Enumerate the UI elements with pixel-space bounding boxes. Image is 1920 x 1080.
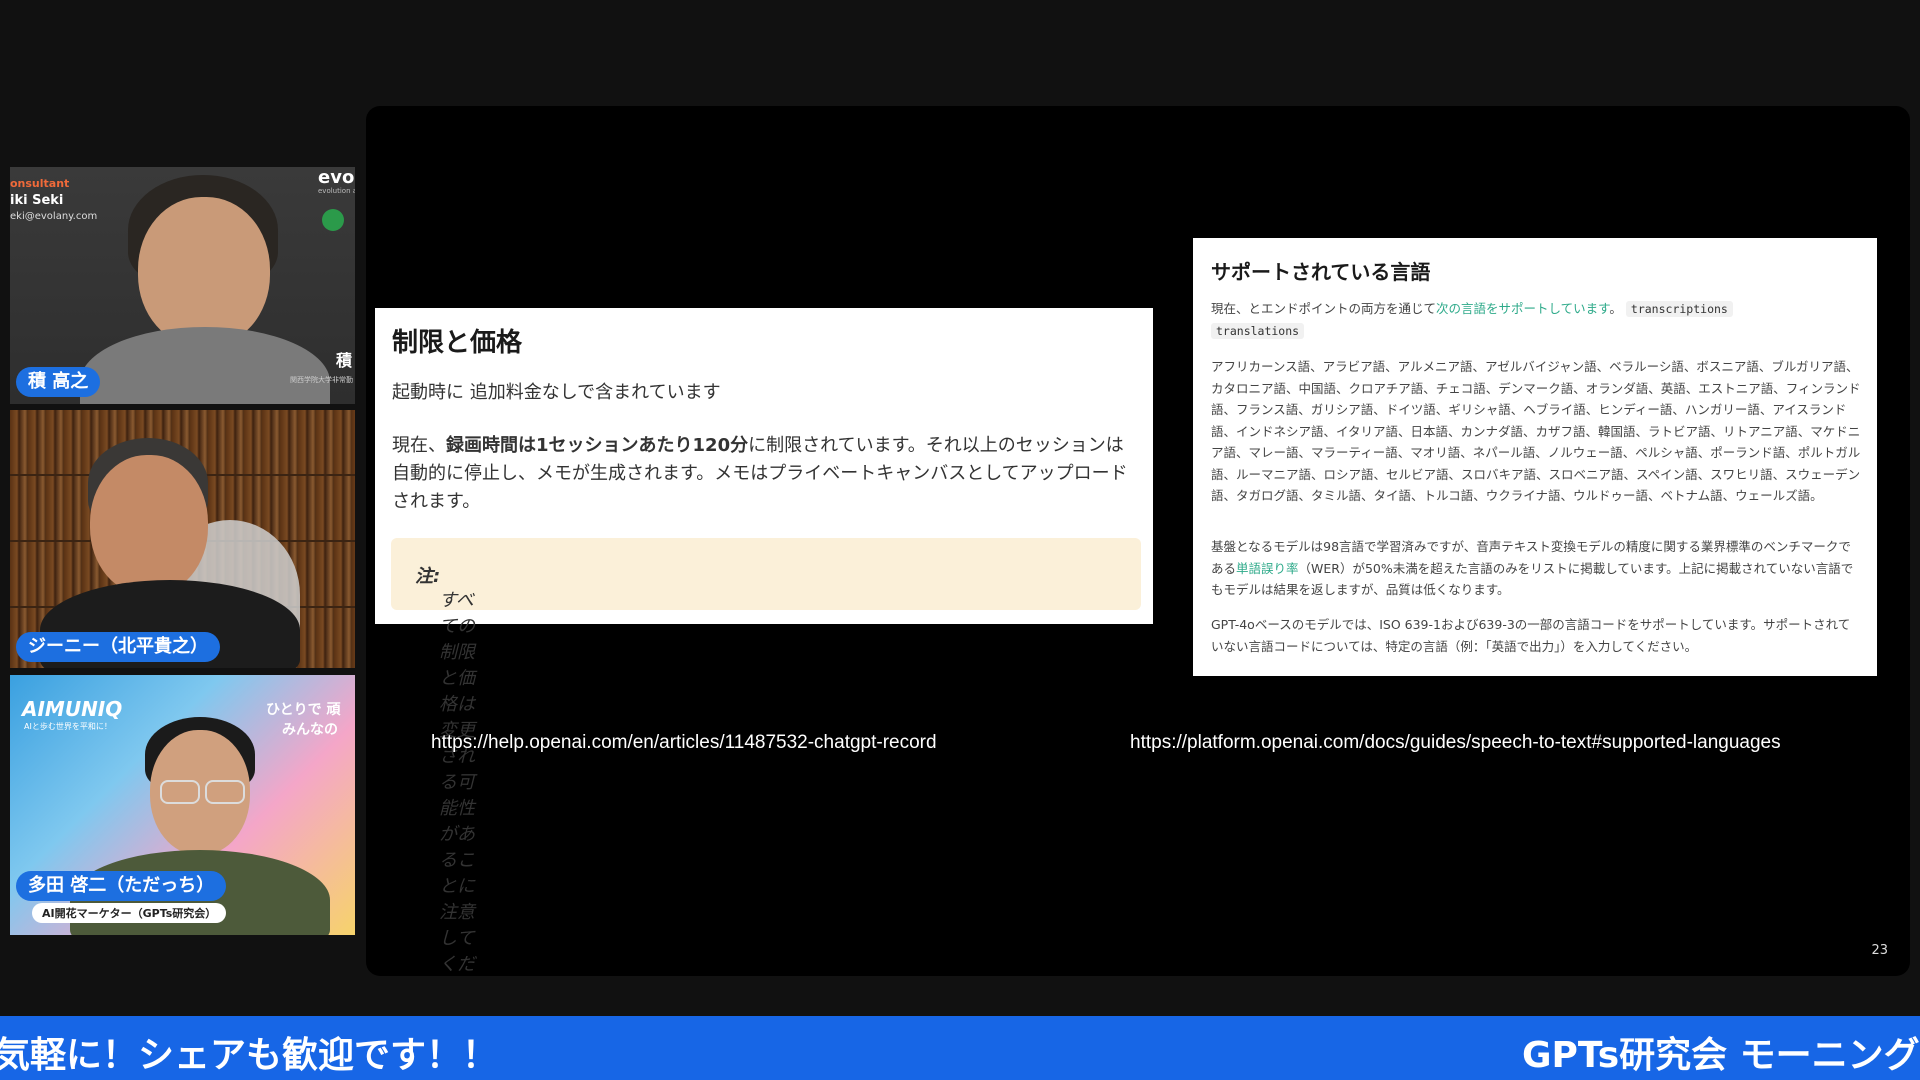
url-speech-to-text: https://platform.openai.com/docs/guides/…	[1130, 732, 1781, 753]
code-transcriptions: transcriptions	[1625, 301, 1733, 317]
bg-logo-sub: AIと歩む世界を平和に！	[24, 722, 112, 731]
brand-logo: evo	[318, 167, 355, 188]
check-badge-icon	[322, 209, 344, 231]
ticker-text-right: GPTs研究会 モーニング	[1522, 1035, 1920, 1076]
slide-page-number: 23	[1871, 943, 1888, 958]
side-char: 積	[336, 351, 353, 370]
limits-pricing-card: 制限と価格 起動時に 追加料金なしで含まれています 現在、録画時間は1セッション…	[375, 308, 1153, 975]
overlay-email: eki@evolany.com	[10, 211, 98, 222]
person-face	[90, 455, 208, 595]
note-callout: 注: すべての制限と価格は変更される可能性があることに注意してください。	[391, 538, 1141, 975]
url-chatgpt-record: https://help.openai.com/en/articles/1148…	[431, 732, 937, 753]
ticker-banner: 気軽に！シェアも歓迎です！！ GPTs研究会 モーニング	[0, 1016, 1920, 1080]
language-list: アフリカーンス語、アラビア語、アルメニア語、アゼルバイジャン語、ベラルーシ語、ボ…	[1211, 359, 1861, 503]
glasses	[160, 780, 200, 804]
ticker-text-left: 気軽に！シェアも歓迎です！！	[0, 1035, 499, 1076]
card-paragraph: 現在、録画時間は1セッションあたり120分に制限されています。それ以上のセッショ…	[392, 432, 1137, 516]
overlay-name: iki Seki	[10, 193, 64, 208]
person-face	[138, 197, 270, 347]
participant-name-tag: 多田 啓二（ただっち）	[16, 871, 227, 901]
supported-languages-link[interactable]: 次の言語をサポートしています	[1436, 301, 1609, 316]
intro-prefix: 現在、とエンドポイントの両方を通じて	[1211, 301, 1437, 316]
video-tile-tada[interactable]: AIMUNIQ AIと歩む世界を平和に！ ひとりで 頑 みんなの 多田 啓二（た…	[10, 675, 355, 935]
video-tile-seki[interactable]: onsultant iki Seki eki@evolany.com evo e…	[10, 167, 355, 404]
intro-text: 現在、とエンドポイントの両方を通じて次の言語をサポートしています。 transc…	[1211, 298, 1861, 342]
wer-link[interactable]: 単語誤り率	[1236, 561, 1299, 576]
shared-slide: 制限と価格 起動時に 追加料金なしで含まれています 現在、録画時間は1セッション…	[366, 106, 1910, 976]
para-bold: 録画時間は1セッションあたり120分	[446, 435, 749, 456]
card-line: 起動時に 追加料金なしで含まれています	[392, 382, 721, 403]
participant-name-tag: 積 高之	[16, 367, 101, 397]
video-tile-genie[interactable]: ジーニー（北平貴之）	[10, 410, 355, 668]
note-label: 注:	[415, 566, 441, 587]
bg-tagline: ひとりで 頑	[266, 702, 341, 718]
supported-languages-card: サポートされている言語 現在、とエンドポイントの両方を通じて次の言語をサポートし…	[1193, 238, 1877, 676]
note-text: 注: すべての制限と価格は変更される可能性があることに注意してください。	[415, 562, 475, 975]
participant-name-tag: ジーニー（北平貴之）	[16, 632, 220, 662]
base-model-note: 基盤となるモデルは98言語で学習済みですが、音声テキスト変換モデルの精度に関する…	[1211, 536, 1861, 601]
intro-suffix: 。	[1609, 301, 1622, 316]
participant-subtitle: AI開花マーケター（GPTs研究会）	[32, 903, 227, 923]
base-suffix: （WER）が50%未満を超えた言語のみをリストに掲載しています。上記に掲載されて…	[1211, 560, 1854, 598]
card-title: サポートされている言語	[1211, 260, 1431, 284]
brand-sub: evolution a	[318, 187, 355, 195]
affiliation: 関西学院大学非常勤	[290, 376, 353, 384]
glasses	[205, 780, 245, 804]
para-prefix: 現在、	[392, 435, 446, 456]
code-translations: translations	[1211, 323, 1305, 339]
bg-logo: AIMUNIQ	[22, 697, 123, 721]
bg-tagline: みんなの	[282, 722, 338, 738]
card-title: 制限と価格	[392, 328, 523, 358]
note-body: すべての制限と価格は変更される可能性があることに注意してください。	[439, 590, 475, 975]
overlay-role: onsultant	[10, 177, 70, 190]
gpt4o-note: GPT-4oベースのモデルでは、ISO 639-1および639-3の一部の言語コ…	[1211, 617, 1851, 654]
